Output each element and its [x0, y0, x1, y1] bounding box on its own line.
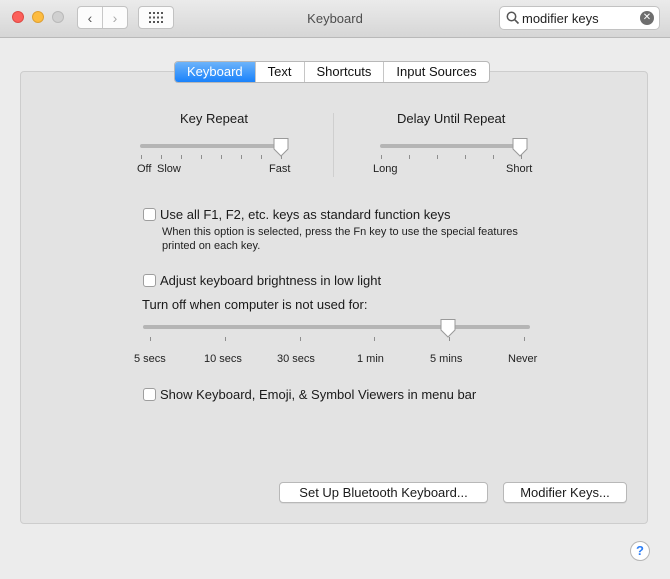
turn-off-tick	[150, 337, 151, 341]
key-repeat-tick	[141, 155, 142, 159]
key-repeat-track[interactable]	[140, 144, 282, 148]
help-button[interactable]: ?	[630, 541, 650, 561]
key-repeat-title: Key Repeat	[180, 111, 248, 126]
delay-tick	[409, 155, 410, 159]
delay-tick	[437, 155, 438, 159]
turn-off-tick-label: 5 mins	[430, 353, 463, 365]
delay-until-repeat-track[interactable]	[380, 144, 522, 148]
delay-until-repeat-slider-knob[interactable]	[511, 137, 529, 159]
turn-off-track[interactable]	[143, 325, 530, 329]
clear-icon[interactable]: ✕	[640, 11, 654, 25]
turn-off-tick	[300, 337, 301, 341]
section-divider	[333, 113, 334, 177]
key-repeat-tick	[261, 155, 262, 159]
tab-keyboard[interactable]: Keyboard	[175, 62, 255, 82]
key-repeat-tick	[201, 155, 202, 159]
turn-off-tick-label: Never	[508, 353, 538, 365]
tab-bar: Keyboard Text Shortcuts Input Sources	[174, 61, 490, 83]
title-bar: ‹ › Keyboard ✕	[0, 0, 670, 38]
delay-tick	[465, 155, 466, 159]
key-repeat-tick	[181, 155, 182, 159]
key-repeat-slow-label: Slow	[157, 163, 181, 175]
brightness-label: Adjust keyboard brightness in low light	[160, 273, 382, 288]
tab-shortcuts[interactable]: Shortcuts	[303, 62, 384, 82]
turn-off-tick-label: 30 secs	[277, 353, 315, 365]
fn-keys-checkbox[interactable]	[143, 208, 156, 221]
turn-off-tick-label: 1 min	[357, 353, 384, 365]
turn-off-tick-label: 10 secs	[204, 353, 242, 365]
fn-keys-label: Use all F1, F2, etc. keys as standard fu…	[160, 207, 451, 222]
viewers-label: Show Keyboard, Emoji, & Symbol Viewers i…	[160, 387, 477, 402]
turn-off-tick	[374, 337, 375, 341]
key-repeat-tick	[241, 155, 242, 159]
delay-long-label: Long	[373, 163, 398, 175]
modifier-keys-button[interactable]: Modifier Keys...	[503, 482, 627, 503]
tab-input-sources[interactable]: Input Sources	[383, 62, 488, 82]
turn-off-tick-label: 5 secs	[134, 353, 166, 365]
key-repeat-tick	[221, 155, 222, 159]
delay-short-label: Short	[506, 163, 533, 175]
key-repeat-slider-knob[interactable]	[272, 137, 290, 159]
key-repeat-fast-label: Fast	[269, 163, 291, 175]
key-repeat-tick	[161, 155, 162, 159]
delay-tick	[493, 155, 494, 159]
delay-tick	[381, 155, 382, 159]
turn-off-slider-knob[interactable]	[439, 318, 457, 340]
turn-off-label: Turn off when computer is not used for:	[142, 297, 368, 312]
search-field[interactable]: ✕	[499, 6, 660, 30]
turn-off-tick	[524, 337, 525, 341]
viewers-checkbox[interactable]	[143, 388, 156, 401]
set-up-bluetooth-keyboard-button[interactable]: Set Up Bluetooth Keyboard...	[279, 482, 488, 503]
brightness-checkbox[interactable]	[143, 274, 156, 287]
turn-off-tick	[225, 337, 226, 341]
search-icon	[506, 11, 520, 25]
delay-until-repeat-title: Delay Until Repeat	[397, 111, 506, 126]
tab-text[interactable]: Text	[254, 62, 304, 82]
search-input[interactable]	[522, 9, 632, 27]
key-repeat-off-label: Off	[137, 163, 152, 175]
fn-keys-description: When this option is selected, press the …	[162, 226, 518, 252]
